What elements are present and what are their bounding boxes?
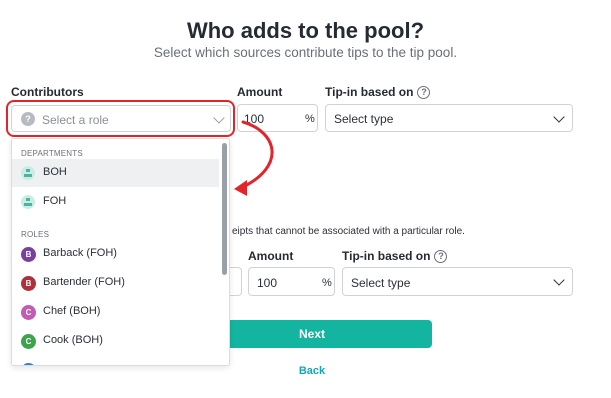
tipin-label-text-2: Tip-in based on (342, 249, 431, 263)
dropdown-option-foh[interactable]: FOH (12, 188, 219, 216)
tipin-label-text: Tip-in based on (325, 85, 414, 99)
option-label: Barback (FOH) (43, 247, 117, 259)
help-icon[interactable]: ? (417, 86, 431, 99)
dropdown-option-cook[interactable]: C Cook (BOH) (12, 327, 219, 355)
role-dropdown-menu[interactable]: DEPARTMENTS BOH FOH ROLES B Barback (FOH… (11, 138, 230, 366)
chevron-down-icon (553, 274, 565, 286)
back-link[interactable]: Back (292, 365, 332, 377)
help-icon[interactable]: ? (434, 250, 448, 263)
page-subtitle: Select which sources contribute tips to … (153, 45, 458, 60)
dropdown-scrollbar[interactable] (222, 143, 227, 275)
amount-input-2[interactable]: 100 % (248, 267, 335, 296)
tipin-type-placeholder: Select type (334, 112, 394, 126)
dropdown-option-boh[interactable]: BOH (12, 159, 219, 187)
option-label: FOH (43, 195, 67, 207)
amount-label: Amount (237, 85, 283, 99)
department-icon (21, 166, 35, 180)
page-title: Who adds to the pool? (186, 18, 425, 43)
dropdown-option-bartender[interactable]: B Bartender (FOH) (12, 269, 219, 297)
annotation-arrow (234, 120, 274, 196)
tipin-type-placeholder-2: Select type (351, 276, 411, 290)
percent-suffix: % (305, 113, 315, 125)
amount-label-2: Amount (248, 249, 294, 263)
role-avatar: C (21, 305, 36, 320)
role-avatar: B (21, 276, 36, 291)
tipin-label: Tip-in based on? (325, 85, 431, 99)
option-label: BOH (43, 166, 67, 178)
option-label: Chef (BOH) (43, 305, 101, 317)
dropdown-option-chef[interactable]: C Chef (BOH) (12, 298, 219, 326)
role-avatar (21, 363, 36, 365)
option-label: Bartender (FOH) (43, 276, 125, 288)
roles-header: ROLES (21, 230, 50, 239)
amount-value-2: 100 (257, 276, 278, 290)
role-avatar: B (21, 247, 36, 262)
source-description: eipts that cannot be associated with a p… (232, 226, 465, 237)
chevron-down-icon (553, 111, 565, 123)
tipin-type-select-2[interactable]: Select type (342, 267, 573, 296)
departments-header: DEPARTMENTS (21, 149, 83, 158)
contributors-label: Contributors (11, 85, 84, 99)
option-label: Cook (BOH) (43, 334, 103, 346)
highlight-annotation-box (6, 100, 235, 137)
dropdown-option-partial[interactable] (12, 356, 219, 365)
percent-suffix-2: % (322, 277, 332, 289)
tipin-label-2: Tip-in based on? (342, 249, 448, 263)
role-avatar: C (21, 334, 36, 349)
tipin-type-select[interactable]: Select type (325, 104, 573, 132)
department-icon (21, 195, 35, 209)
dropdown-option-barback[interactable]: B Barback (FOH) (12, 240, 219, 268)
